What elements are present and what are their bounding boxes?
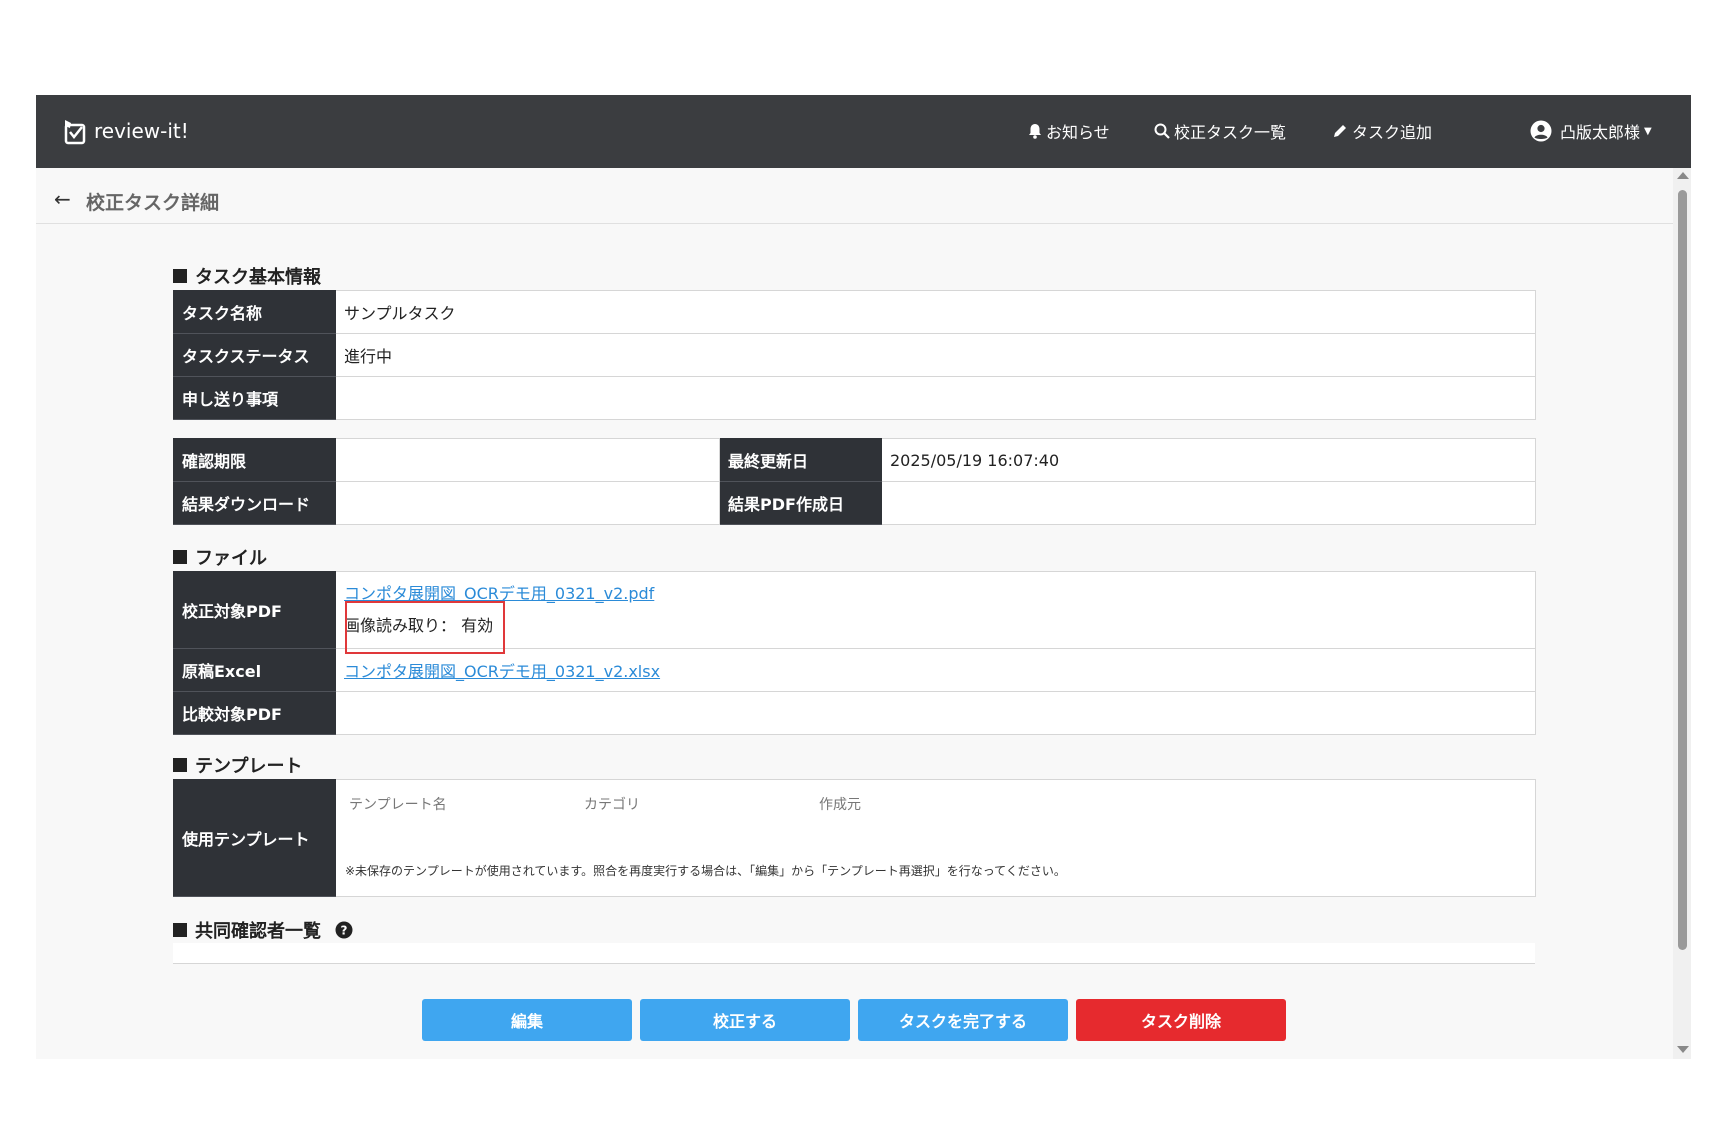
task-name-label: タスク名称	[173, 290, 336, 334]
delete-task-button[interactable]: タスク削除	[1076, 999, 1286, 1041]
table-row: 申し送り事項	[173, 376, 1536, 420]
complete-task-button[interactable]: タスクを完了する	[858, 999, 1068, 1041]
app-logo[interactable]: review-it!	[62, 115, 189, 147]
handover-notes-value	[335, 376, 1536, 420]
svg-text:?: ?	[341, 924, 348, 938]
user-name: 凸版太郎様	[1560, 123, 1641, 142]
pencil-icon	[1334, 125, 1346, 137]
nav-add-task[interactable]: タスク追加	[1332, 120, 1432, 142]
used-template-label: 使用テンプレート	[173, 779, 336, 897]
scrollbar-thumb[interactable]	[1678, 190, 1687, 950]
deadline-value	[335, 438, 720, 482]
deadline-label: 確認期限	[173, 438, 336, 482]
square-bullet-icon	[173, 550, 187, 564]
table-row: 使用テンプレート テンプレート名 カテゴリ 作成元 ※未保存のテンプレートが使用…	[173, 779, 1536, 897]
search-icon	[1154, 123, 1170, 139]
scroll-down-icon[interactable]	[1677, 1046, 1689, 1053]
template-creator-header: 作成元	[819, 797, 861, 813]
scroll-up-icon[interactable]	[1677, 172, 1689, 179]
co-reviewers-list	[173, 943, 1535, 964]
nav-notifications-label: お知らせ	[1046, 123, 1110, 142]
task-name-value: サンプルタスク	[335, 290, 1536, 334]
square-bullet-icon	[173, 269, 187, 283]
task-status-label: タスクステータス	[173, 333, 336, 377]
template-table: 使用テンプレート テンプレート名 カテゴリ 作成元 ※未保存のテンプレートが使用…	[173, 779, 1536, 897]
handover-notes-label: 申し送り事項	[173, 376, 336, 420]
last-updated-value: 2025/05/19 16:07:40	[881, 438, 1536, 482]
last-updated-label: 最終更新日	[719, 438, 882, 482]
source-excel-link[interactable]: コンポタ展開図_OCRデモ用_0321_v2.xlsx	[344, 662, 660, 681]
basic-info-heading: タスク基本情報	[173, 263, 321, 289]
app-window: review-it! お知らせ 校正タスク一覧 タスク追加 凸版太郎様 ▼ ← …	[36, 95, 1691, 1059]
template-name-header: テンプレート名	[349, 797, 447, 813]
target-pdf-label: 校正対象PDF	[173, 571, 336, 649]
nav-notifications[interactable]: お知らせ	[1028, 120, 1110, 142]
app-name: review-it!	[94, 119, 189, 143]
template-heading: テンプレート	[173, 752, 302, 778]
caret-down-icon: ▼	[1644, 125, 1652, 137]
unsaved-template-note: ※未保存のテンプレートが使用されています。照合を再度実行する場合は、「編集」から…	[345, 864, 1066, 878]
bell-icon	[1029, 124, 1041, 139]
table-row: タスク名称 サンプルタスク	[173, 290, 1536, 334]
vertical-scrollbar[interactable]	[1673, 168, 1691, 1059]
basic-info-table: タスク名称 サンプルタスク タスクステータス 進行中 申し送り事項	[173, 290, 1536, 420]
files-heading: ファイル	[173, 544, 267, 570]
dates-table: 確認期限 最終更新日 2025/05/19 16:07:40 結果ダウンロード …	[173, 438, 1536, 525]
result-pdf-date-label: 結果PDF作成日	[719, 481, 882, 525]
top-navbar: review-it! お知らせ 校正タスク一覧 タスク追加 凸版太郎様 ▼	[36, 95, 1691, 168]
help-icon[interactable]: ?	[335, 921, 353, 939]
nav-task-list-label: 校正タスク一覧	[1174, 123, 1287, 142]
ocr-setting-highlight	[345, 601, 505, 654]
back-arrow-icon[interactable]: ←	[54, 187, 71, 211]
proofread-button[interactable]: 校正する	[640, 999, 850, 1041]
nav-task-list[interactable]: 校正タスク一覧	[1154, 120, 1286, 142]
result-download-label: 結果ダウンロード	[173, 481, 336, 525]
square-bullet-icon	[173, 923, 187, 937]
page-header: ← 校正タスク詳細	[36, 168, 1673, 224]
result-pdf-date-value	[881, 481, 1536, 525]
user-menu[interactable]: 凸版太郎様 ▼	[1530, 120, 1652, 142]
square-bullet-icon	[173, 758, 187, 772]
page-title: 校正タスク詳細	[86, 192, 220, 214]
compare-pdf-label: 比較対象PDF	[173, 691, 336, 735]
logo-icon	[64, 120, 86, 145]
compare-pdf-value	[335, 691, 1536, 735]
table-row: 原稿Excel コンポタ展開図_OCRデモ用_0321_v2.xlsx	[173, 648, 1536, 692]
source-excel-label: 原稿Excel	[173, 648, 336, 692]
co-reviewers-heading: 共同確認者一覧 ?	[173, 917, 353, 943]
result-download-value	[335, 481, 720, 525]
template-category-header: カテゴリ	[584, 797, 640, 813]
edit-button[interactable]: 編集	[422, 999, 632, 1041]
table-row: 比較対象PDF	[173, 691, 1536, 735]
user-avatar-icon	[1530, 120, 1552, 142]
task-status-value: 進行中	[335, 333, 1536, 377]
nav-add-task-label: タスク追加	[1352, 123, 1433, 142]
table-row: 確認期限 最終更新日 2025/05/19 16:07:40	[173, 438, 1536, 482]
table-row: タスクステータス 進行中	[173, 333, 1536, 377]
table-row: 結果ダウンロード 結果PDF作成日	[173, 481, 1536, 525]
